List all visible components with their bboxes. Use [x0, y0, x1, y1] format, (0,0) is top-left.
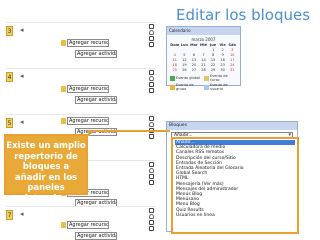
dropdown-option[interactable]: Usuarios en línea	[175, 213, 295, 218]
section-control-group	[145, 22, 157, 65]
legend-swatch	[204, 84, 209, 90]
calendar-day[interactable]: 29	[208, 68, 218, 73]
arrow-down-icon[interactable]	[148, 226, 154, 231]
checkbox-icon[interactable]	[148, 70, 154, 75]
help-icon[interactable]	[61, 40, 66, 46]
bloques-title: Bloques	[167, 122, 297, 130]
legend-item[interactable]: Evento de usuario	[204, 83, 237, 91]
calendar-title: Calendario	[167, 27, 240, 35]
page-title: Editar los bloques	[176, 6, 311, 24]
section-number: 7	[6, 210, 13, 220]
arrow-down-icon[interactable]	[148, 88, 154, 93]
add-resource-select[interactable]: Agregar recurso...	[67, 117, 109, 125]
arrow-up-icon[interactable]	[148, 174, 154, 179]
checkbox-icon[interactable]	[148, 116, 154, 121]
checkbox-icon[interactable]	[148, 208, 154, 213]
calendar-month[interactable]: marzo 2007	[167, 37, 240, 42]
section-visibility-icon[interactable]: ◂	[20, 26, 24, 34]
calendar-day[interactable]: 27	[189, 68, 199, 73]
arrow-down-icon[interactable]	[148, 134, 154, 139]
lightbulb-icon[interactable]	[148, 30, 154, 35]
callout-connector	[88, 130, 90, 136]
legend-label: Evento global	[176, 76, 200, 80]
help-icon[interactable]	[61, 118, 66, 124]
section-control-group	[145, 206, 157, 240]
section-number: 4	[6, 72, 13, 82]
calendar-day[interactable]: 28	[199, 68, 209, 73]
callout-box: Existe un amplio repertorio de bloques a…	[4, 134, 88, 204]
add-resource-select[interactable]: Agregar recurso...	[67, 85, 109, 93]
lightbulb-icon[interactable]	[148, 76, 154, 81]
section-control-group	[145, 160, 157, 203]
legend-label: Evento de curso	[210, 74, 228, 82]
add-activity-select[interactable]: Agregar actividad...	[75, 96, 117, 104]
lightbulb-icon[interactable]	[148, 168, 154, 173]
arrow-up-icon[interactable]	[148, 36, 154, 41]
calendar-day[interactable]: 31	[227, 68, 237, 73]
callout-connector	[88, 130, 170, 132]
add-resource-row: Agregar recurso...	[61, 85, 109, 93]
course-section: 4 ◂ Agregar recurso... Agregar actividad…	[6, 68, 156, 111]
legend-swatch	[170, 84, 175, 90]
calendar-block: Calendario marzo 2007 Dom Lun Mar Mié Jue Vie…	[166, 26, 241, 91]
calendar-grid: Dom Lun Mar Mié Jue Vie Sáb 1 2 3 4 5 6 7 8 9 10 11 12 13 14…	[170, 43, 237, 73]
calendar-day[interactable]: 25	[170, 68, 180, 73]
lightbulb-icon[interactable]	[148, 122, 154, 127]
legend-item[interactable]: Evento global	[170, 74, 203, 82]
arrow-down-icon[interactable]	[148, 180, 154, 185]
add-resource-row: Agregar recurso...	[61, 117, 109, 125]
legend-item[interactable]: Evento de grupo	[170, 83, 203, 91]
add-resource-row: Agregar recurso...	[61, 221, 109, 229]
checkbox-icon[interactable]	[148, 24, 154, 29]
section-visibility-icon[interactable]: ◂	[20, 210, 24, 218]
add-resource-row: Agregar recurso...	[61, 39, 109, 47]
lightbulb-icon[interactable]	[148, 214, 154, 219]
add-resource-select[interactable]: Agregar recurso...	[67, 39, 109, 47]
arrow-down-icon[interactable]	[148, 42, 154, 47]
legend-label: Evento de grupo	[176, 83, 194, 91]
legend-swatch	[170, 75, 175, 81]
legend-item[interactable]: Evento de curso	[204, 74, 237, 82]
calendar-day[interactable]: 26	[180, 68, 190, 73]
checkbox-icon[interactable]	[148, 162, 154, 167]
add-activity-row: Agregar actividad...	[61, 232, 117, 240]
course-section: 3 ◂ Agregar recurso... Agregar actividad…	[6, 22, 156, 65]
help-icon[interactable]	[61, 222, 66, 228]
legend-swatch	[204, 75, 209, 81]
section-visibility-icon[interactable]: ◂	[20, 72, 24, 80]
section-number: 3	[6, 26, 13, 36]
arrow-up-icon[interactable]	[148, 220, 154, 225]
calendar-legend: Evento global Evento de curso Evento de gr…	[170, 74, 237, 91]
section-control-group	[145, 114, 157, 157]
add-activity-row: Agregar actividad...	[61, 96, 117, 104]
add-activity-row: Agregar actividad...	[61, 50, 117, 58]
course-section: 7 ◂ Agregar recurso... Agregar actividad…	[6, 206, 156, 240]
calendar-day[interactable]: 30	[218, 68, 228, 73]
add-resource-select[interactable]: Agregar recurso...	[67, 221, 109, 229]
section-visibility-icon[interactable]: ◂	[20, 118, 24, 126]
help-icon[interactable]	[61, 86, 66, 92]
section-number: 5	[6, 118, 13, 128]
add-block-dropdown[interactable]: Añadir... Calculadora de medio Canales RSS…	[171, 137, 299, 234]
section-control-group	[145, 68, 157, 111]
add-activity-select[interactable]: Agregar actividad...	[75, 50, 117, 58]
add-activity-select[interactable]: Agregar actividad...	[75, 232, 117, 240]
arrow-up-icon[interactable]	[148, 82, 154, 87]
legend-label: Evento de usuario	[210, 83, 228, 91]
